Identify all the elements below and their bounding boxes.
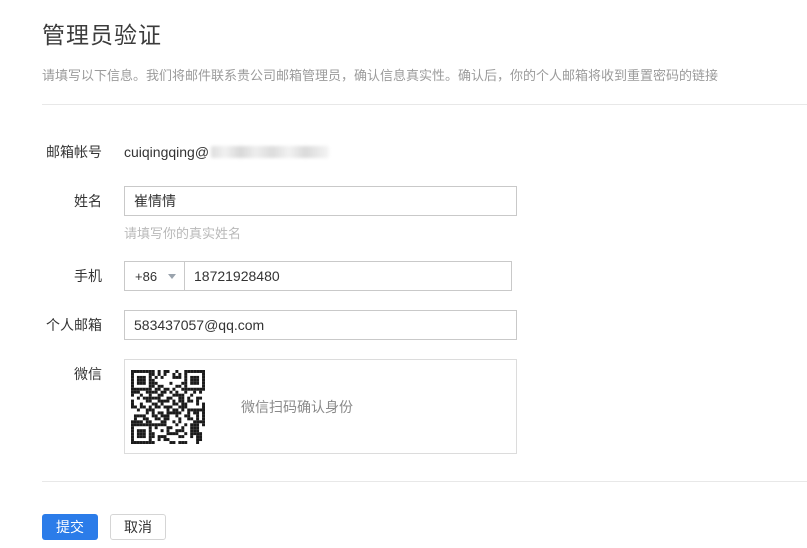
wechat-label: 微信 [42,359,102,389]
personal-email-input[interactable] [124,310,517,340]
phone-input[interactable] [184,261,512,291]
name-row: 姓名 请填写你的真实姓名 [42,186,807,242]
wechat-qr-code-icon [131,370,205,444]
form-actions: 提交 取消 [42,514,807,540]
country-code-value: +86 [135,269,157,284]
name-field-wrap: 请填写你的真实姓名 [124,186,517,242]
page-subtitle: 请填写以下信息。我们将邮件联系贵公司邮箱管理员，确认信息真实性。确认后，你的个人… [42,65,807,84]
wechat-qr-panel: 微信扫码确认身份 [124,359,517,454]
admin-verification-page: 管理员验证 请填写以下信息。我们将邮件联系贵公司邮箱管理员，确认信息真实性。确认… [0,0,807,540]
email-account-row: 邮箱帐号 cuiqingqing@ [42,137,807,167]
wechat-scan-hint: 微信扫码确认身份 [241,397,353,417]
phone-row: 手机 +86 [42,261,807,291]
name-label: 姓名 [42,186,102,216]
submit-button[interactable]: 提交 [42,514,98,540]
country-code-select[interactable]: +86 [124,261,185,291]
cancel-button[interactable]: 取消 [110,514,166,540]
name-input[interactable] [124,186,517,216]
email-account-visible-part: cuiqingqing@ [124,144,209,160]
admin-verification-form: 邮箱帐号 cuiqingqing@ 姓名 请填写你的真实姓名 手机 +86 个人… [42,137,807,454]
name-hint: 请填写你的真实姓名 [124,223,517,242]
chevron-down-icon [168,274,176,279]
personal-email-label: 个人邮箱 [42,310,102,340]
email-domain-redacted-blur [211,146,329,158]
bottom-divider [42,481,807,482]
email-account-value: cuiqingqing@ [124,137,329,167]
wechat-row: 微信 微信扫码确认身份 [42,359,807,454]
phone-label: 手机 [42,261,102,291]
page-title: 管理员验证 [42,16,807,50]
personal-email-row: 个人邮箱 [42,310,807,340]
phone-field-group: +86 [124,261,512,291]
email-account-label: 邮箱帐号 [42,137,102,167]
top-divider [42,104,807,105]
